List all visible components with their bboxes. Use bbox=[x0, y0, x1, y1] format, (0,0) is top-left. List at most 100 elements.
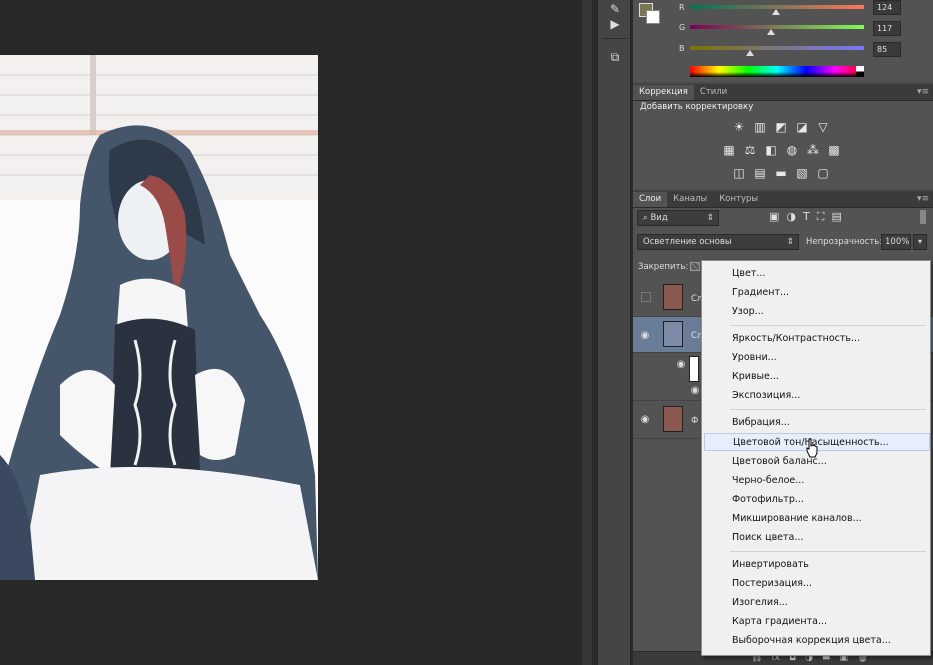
menu-item-invert[interactable]: Инвертировать bbox=[732, 556, 809, 574]
document-canvas[interactable] bbox=[0, 0, 590, 665]
layer-filter-icons: ▣ ◑ T ⛶ ▤ bbox=[769, 210, 842, 224]
black-white-icon[interactable]: ◧ bbox=[763, 143, 779, 157]
filter-smart-object-icon[interactable]: ▤ bbox=[831, 210, 841, 224]
menu-item-levels[interactable]: Уровни... bbox=[732, 349, 777, 367]
lock-label: Закрепить: bbox=[638, 262, 689, 272]
blend-mode-dropdown[interactable]: Осветление основы ⇕ bbox=[637, 234, 799, 250]
filter-toggle-switch[interactable] bbox=[920, 210, 926, 224]
play-action-icon[interactable]: ▶ bbox=[604, 15, 626, 33]
selective-color-icon[interactable]: ▢ bbox=[815, 166, 831, 180]
properties-icon[interactable]: ⧉ bbox=[604, 48, 626, 66]
blend-mode-label: Осветление основы bbox=[643, 237, 732, 247]
menu-item-gradient[interactable]: Градиент... bbox=[732, 284, 789, 302]
tab-layers[interactable]: Слои bbox=[633, 192, 668, 207]
layers-panel-menu-icon[interactable]: ▾≡ bbox=[917, 194, 929, 204]
menu-item-selective-color[interactable]: Выборочная коррекция цвета... bbox=[732, 632, 891, 650]
menu-item-gradient-map[interactable]: Карта градиента... bbox=[732, 613, 827, 631]
collapsed-panel-strip: ✎ ▶ ⧉ bbox=[597, 0, 631, 665]
menu-item-vibrance[interactable]: Вибрация... bbox=[732, 414, 790, 432]
layer-thumbnail bbox=[663, 321, 683, 347]
menu-item-pattern[interactable]: Узор... bbox=[732, 303, 764, 321]
eye-icon[interactable]: ◉ bbox=[639, 330, 651, 341]
photo-filter-icon[interactable]: ◍ bbox=[784, 143, 800, 157]
layer-filter-label: Вид bbox=[650, 213, 668, 223]
document-image[interactable] bbox=[0, 55, 318, 580]
menu-item-color-lookup[interactable]: Поиск цвета... bbox=[732, 529, 803, 547]
r-value-field[interactable]: 124 bbox=[873, 0, 901, 15]
opacity-field[interactable]: 100% bbox=[881, 234, 911, 250]
menu-item-curves[interactable]: Кривые... bbox=[732, 368, 779, 386]
menu-item-black-white[interactable]: Черно-белое... bbox=[732, 472, 804, 490]
posterize-icon[interactable]: ▤ bbox=[752, 166, 768, 180]
gradient-map-icon[interactable]: ▧ bbox=[794, 166, 810, 180]
r-slider-thumb[interactable] bbox=[772, 9, 780, 15]
filter-type-icon[interactable]: T bbox=[803, 210, 810, 224]
g-slider[interactable] bbox=[690, 25, 864, 29]
layer-filter-dropdown[interactable]: ⌕ Вид ⇕ bbox=[637, 210, 719, 226]
tab-adjustments[interactable]: Коррекция bbox=[633, 85, 694, 100]
layer-name[interactable]: Ф bbox=[691, 416, 698, 426]
curves-icon[interactable]: ◩ bbox=[773, 120, 789, 134]
invert-icon[interactable]: ◫ bbox=[731, 166, 747, 180]
filter-shape-icon[interactable]: ⛶ bbox=[817, 210, 825, 224]
adjustments-icon-row-3: ◫ ▤ ▬ ▧ ▢ bbox=[731, 166, 831, 180]
layer-thumbnail bbox=[663, 284, 683, 310]
panel-menu-icon[interactable]: ▾≡ bbox=[917, 87, 929, 97]
filter-adjustment-icon[interactable]: ◑ bbox=[786, 210, 796, 224]
layer-thumbnail bbox=[663, 406, 683, 432]
photo-artwork bbox=[0, 55, 318, 580]
b-slider-thumb[interactable] bbox=[746, 50, 754, 56]
color-panel: R 124 G 117 B 85 bbox=[633, 0, 933, 82]
layer-mask-thumbnail bbox=[689, 356, 699, 382]
background-color-swatch[interactable] bbox=[646, 10, 660, 24]
menu-item-channel-mixer[interactable]: Микширование каналов... bbox=[732, 510, 862, 528]
lock-transparency-icon[interactable] bbox=[690, 262, 700, 271]
menu-item-photo-filter[interactable]: Фотофильтр... bbox=[732, 491, 804, 509]
vibrance-icon[interactable]: ▽ bbox=[815, 120, 831, 134]
color-balance-icon[interactable]: ⚖ bbox=[742, 143, 758, 157]
b-value-field[interactable]: 85 bbox=[873, 42, 901, 57]
filter-pixel-icon[interactable]: ▣ bbox=[769, 210, 779, 224]
adjustments-tab-bar: Коррекция Стили ▾≡ bbox=[633, 84, 933, 101]
g-slider-thumb[interactable] bbox=[767, 29, 775, 35]
adjustment-layer-menu: Цвет... Градиент... Узор... Яркость/Конт… bbox=[701, 260, 931, 656]
stepper-icon: ⇕ bbox=[706, 213, 714, 223]
menu-item-exposure[interactable]: Экспозиция... bbox=[732, 387, 800, 405]
g-slider-label: G bbox=[679, 23, 686, 32]
color-lookup-icon[interactable]: ▩ bbox=[826, 143, 842, 157]
color-spectrum-bar[interactable] bbox=[690, 66, 864, 77]
adjustments-title: Добавить корректировку bbox=[640, 102, 754, 112]
tab-styles[interactable]: Стили bbox=[694, 85, 733, 100]
opacity-label: Непрозрачность: bbox=[806, 237, 883, 247]
adjustments-icon-row-1: ☀ ▥ ◩ ◪ ▽ bbox=[731, 120, 831, 134]
eye-icon[interactable]: ◉ bbox=[689, 385, 701, 396]
exposure-icon[interactable]: ◪ bbox=[794, 120, 810, 134]
menu-separator bbox=[730, 409, 926, 410]
layers-tab-bar: Слои Каналы Контуры ▾≡ bbox=[633, 191, 933, 208]
hue-saturation-icon[interactable]: ▦ bbox=[721, 143, 737, 157]
tab-channels[interactable]: Каналы bbox=[667, 192, 713, 207]
menu-item-brightness-contrast[interactable]: Яркость/Контрастность... bbox=[732, 330, 860, 348]
black-white-swatch[interactable] bbox=[856, 66, 864, 77]
g-value-field[interactable]: 117 bbox=[873, 21, 901, 36]
adjustments-icon-row-2: ▦ ⚖ ◧ ◍ ⁂ ▩ bbox=[721, 143, 842, 157]
levels-icon[interactable]: ▥ bbox=[752, 120, 768, 134]
brightness-icon[interactable]: ☀ bbox=[731, 120, 747, 134]
b-slider[interactable] bbox=[690, 46, 864, 50]
channel-mixer-icon[interactable]: ⁂ bbox=[805, 143, 821, 157]
layer-visibility-toggle[interactable] bbox=[641, 292, 651, 302]
stepper-icon: ⇕ bbox=[786, 237, 794, 247]
mouse-pointer-icon bbox=[806, 438, 818, 458]
menu-item-threshold[interactable]: Изогелия... bbox=[732, 594, 788, 612]
r-slider-label: R bbox=[679, 3, 685, 12]
menu-item-posterize[interactable]: Постеризация... bbox=[732, 575, 812, 593]
eye-icon[interactable]: ◉ bbox=[675, 359, 687, 370]
menu-separator bbox=[730, 325, 926, 326]
opacity-dropdown-icon[interactable]: ▾ bbox=[913, 234, 927, 250]
threshold-icon[interactable]: ▬ bbox=[773, 166, 789, 180]
eye-icon[interactable]: ◉ bbox=[639, 414, 651, 425]
menu-item-solid-color[interactable]: Цвет... bbox=[732, 265, 765, 283]
menu-separator bbox=[730, 551, 926, 552]
panel-divider[interactable] bbox=[582, 0, 592, 665]
tab-paths[interactable]: Контуры bbox=[713, 192, 764, 207]
